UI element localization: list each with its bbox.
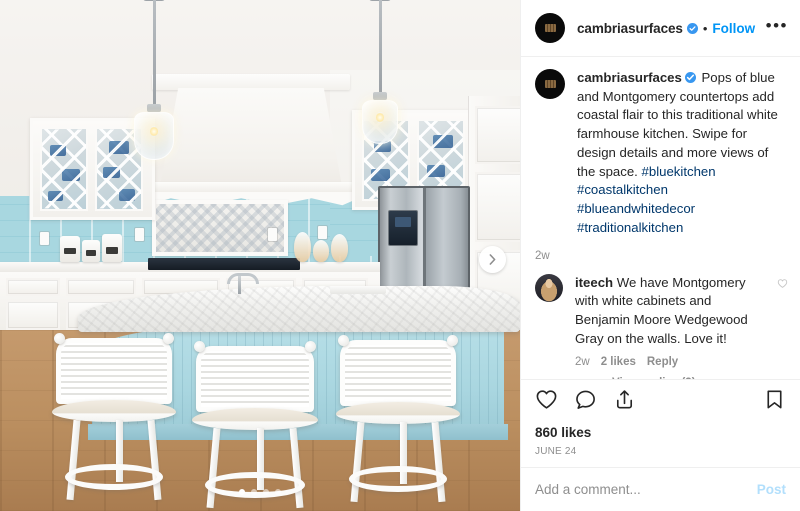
wall-outlet [268, 228, 277, 241]
comment-item: iteech We have Montgomery with white cab… [535, 273, 788, 379]
caption-body: Pops of blue and Montgomery countertops … [577, 70, 778, 179]
avatar[interactable] [535, 69, 565, 99]
carousel-dot[interactable] [275, 489, 281, 495]
bookmark-icon[interactable] [763, 388, 786, 416]
canister [82, 240, 100, 262]
post-actions: 860 likes JUNE 24 [521, 379, 800, 467]
heart-icon[interactable] [535, 388, 558, 416]
range-hood-crown [152, 74, 350, 90]
carousel-dot[interactable] [239, 489, 245, 495]
view-replies-row[interactable]: View replies (3) [575, 377, 769, 379]
cabinet-glass-pane [40, 127, 88, 211]
post-date: JUNE 24 [535, 446, 577, 457]
wall-outlet [40, 232, 49, 245]
wall-outlet [318, 226, 327, 239]
comment-meta: 2w 2 likes Reply [575, 356, 769, 368]
post-header: cambriasurfaces • Follow ••• [521, 0, 800, 57]
caption-text: cambriasurfaces Pops of blue and Montgom… [577, 69, 788, 238]
post-comment-button[interactable]: Post [757, 482, 786, 497]
add-comment-input[interactable] [535, 482, 757, 497]
comment-username[interactable]: iteech [575, 275, 613, 290]
carousel-dot[interactable] [251, 489, 257, 495]
range-hood [160, 88, 342, 186]
avatar[interactable] [535, 13, 565, 43]
comment-likes[interactable]: 2 likes [601, 356, 636, 368]
share-icon[interactable] [613, 388, 636, 416]
comments-scroll-area[interactable]: cambriasurfaces Pops of blue and Montgom… [521, 57, 800, 379]
apothecary-jar [313, 240, 329, 262]
comment-text: iteech We have Montgomery with white cab… [575, 274, 769, 349]
canister [102, 234, 122, 262]
comment-reply-button[interactable]: Reply [647, 356, 678, 368]
apothecary-jar [294, 232, 311, 262]
caption-username[interactable]: cambriasurfaces [577, 70, 682, 85]
more-options-button[interactable]: ••• [766, 17, 788, 39]
faucet [227, 273, 259, 294]
kitchen-photo [0, 0, 520, 511]
follow-button[interactable]: Follow [712, 21, 755, 36]
action-icon-row [535, 388, 786, 416]
add-comment-row[interactable]: Post [521, 467, 800, 511]
carousel-dot[interactable] [263, 489, 269, 495]
post-sidebar: cambriasurfaces • Follow ••• cambriasurf… [520, 0, 800, 511]
instagram-post: cambriasurfaces • Follow ••• cambriasurf… [0, 0, 800, 511]
caption-block: cambriasurfaces Pops of blue and Montgom… [535, 69, 788, 238]
view-replies-button[interactable]: View replies (3) [612, 377, 696, 379]
likes-count[interactable]: 860 likes [535, 425, 786, 440]
caption-timestamp: 2w [535, 249, 550, 262]
next-slide-button[interactable] [479, 246, 506, 273]
water-dispenser [388, 210, 418, 246]
barstool [52, 333, 176, 508]
apothecary-jar [331, 234, 348, 262]
post-media[interactable] [0, 0, 520, 511]
wall-outlet [135, 228, 144, 241]
island-sink-ledge [330, 286, 386, 294]
verified-badge-icon [686, 22, 698, 34]
comment-icon[interactable] [574, 388, 597, 416]
avatar[interactable] [535, 273, 563, 302]
chevron-right-icon [489, 254, 496, 265]
barstool [192, 341, 318, 511]
cooktop [148, 258, 300, 270]
comment-timestamp: 2w [575, 355, 590, 368]
header-separator: • [702, 20, 708, 36]
comment-like-icon[interactable] [777, 274, 788, 379]
canister [60, 236, 80, 262]
verified-badge-icon [684, 72, 696, 83]
carousel-dots [0, 489, 520, 495]
barstool [336, 335, 460, 508]
header-username[interactable]: cambriasurfaces [577, 21, 683, 36]
